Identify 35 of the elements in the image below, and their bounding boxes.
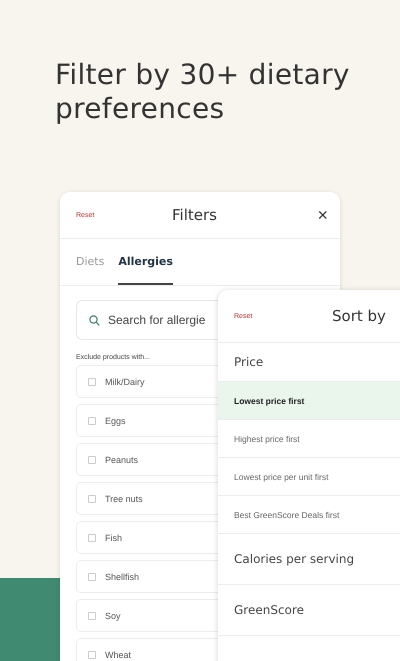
- option-label: Peanuts: [105, 454, 138, 464]
- allergen-option[interactable]: Peanuts: [76, 443, 218, 476]
- allergen-option[interactable]: Soy: [76, 599, 218, 632]
- sort-title: Sort by: [332, 307, 386, 325]
- option-label: Fish: [105, 532, 122, 542]
- sort-option[interactable]: Best GreenScore Deals first: [218, 496, 400, 534]
- tab[interactable]: Allergies: [118, 239, 173, 285]
- checkbox[interactable]: [88, 416, 96, 424]
- close-button[interactable]: ×: [317, 204, 328, 226]
- sort-group[interactable]: Calories per serving: [218, 534, 400, 585]
- headline: Filter by 30+ dietary preferences: [54, 57, 351, 126]
- allergen-option[interactable]: Tree nuts: [76, 482, 218, 515]
- sort-option[interactable]: Highest price first: [218, 420, 400, 458]
- allergen-option[interactable]: Fish: [76, 521, 218, 554]
- sort-option[interactable]: Lowest price first: [218, 382, 400, 420]
- checkbox[interactable]: [88, 612, 96, 620]
- checkbox[interactable]: [88, 572, 96, 580]
- option-label: Tree nuts: [105, 494, 143, 504]
- option-label: Shellfish: [105, 572, 140, 582]
- sort-option[interactable]: Lowest price per unit first: [218, 458, 400, 496]
- filters-title: Filters: [172, 206, 218, 224]
- sort-group[interactable]: GreenScore: [218, 585, 400, 636]
- checkbox[interactable]: [88, 378, 96, 386]
- checkbox[interactable]: [88, 456, 96, 464]
- search-icon: [89, 314, 100, 326]
- allergen-option[interactable]: Shellfish: [76, 560, 218, 593]
- option-label: Milk/Dairy: [105, 376, 144, 386]
- checkbox[interactable]: [88, 534, 96, 542]
- allergen-option[interactable]: Milk/Dairy: [76, 365, 218, 398]
- option-label: Wheat: [105, 650, 132, 660]
- checkbox[interactable]: [88, 650, 96, 658]
- option-label: Eggs: [105, 416, 126, 426]
- allergen-option[interactable]: Eggs: [76, 404, 218, 437]
- option-label: Soy: [105, 610, 121, 620]
- checkbox[interactable]: [88, 494, 96, 502]
